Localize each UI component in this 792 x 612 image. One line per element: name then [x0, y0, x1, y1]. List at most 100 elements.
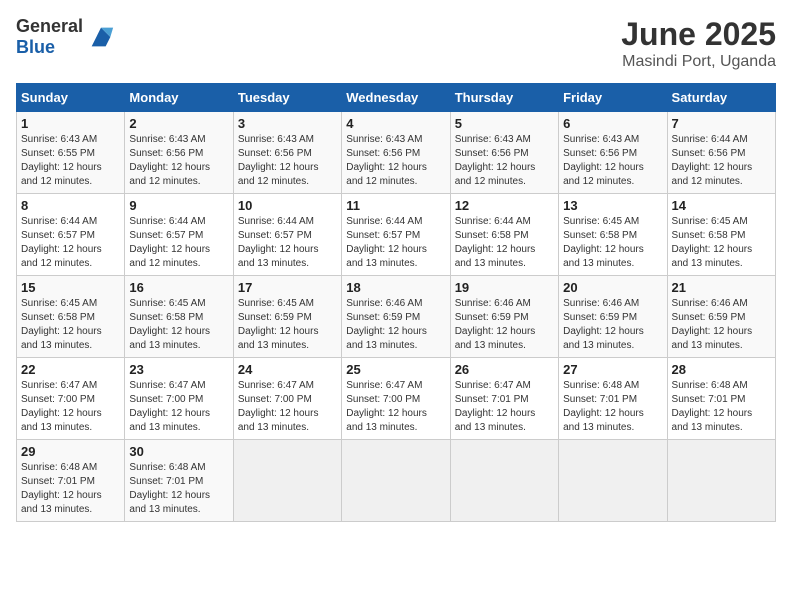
calendar-week-row: 29 Sunrise: 6:48 AM Sunset: 7:01 PM Dayl… [17, 440, 776, 522]
weekday-header-row: SundayMondayTuesdayWednesdayThursdayFrid… [17, 84, 776, 112]
day-info: Sunrise: 6:43 AM Sunset: 6:56 PM Dayligh… [563, 133, 662, 189]
day-info: Sunrise: 6:44 AM Sunset: 6:57 PM Dayligh… [346, 215, 445, 271]
day-number: 29 [21, 444, 120, 459]
calendar-cell-empty [667, 440, 775, 522]
logo: General Blue [16, 16, 115, 58]
calendar-cell: 26 Sunrise: 6:47 AM Sunset: 7:01 PM Dayl… [450, 358, 558, 440]
day-info: Sunrise: 6:45 AM Sunset: 6:58 PM Dayligh… [563, 215, 662, 271]
calendar-cell: 20 Sunrise: 6:46 AM Sunset: 6:59 PM Dayl… [559, 276, 667, 358]
calendar-week-row: 15 Sunrise: 6:45 AM Sunset: 6:58 PM Dayl… [17, 276, 776, 358]
calendar-week-row: 22 Sunrise: 6:47 AM Sunset: 7:00 PM Dayl… [17, 358, 776, 440]
calendar-week-row: 8 Sunrise: 6:44 AM Sunset: 6:57 PM Dayli… [17, 194, 776, 276]
calendar-cell: 27 Sunrise: 6:48 AM Sunset: 7:01 PM Dayl… [559, 358, 667, 440]
day-number: 8 [21, 198, 120, 213]
calendar-cell: 18 Sunrise: 6:46 AM Sunset: 6:59 PM Dayl… [342, 276, 450, 358]
day-info: Sunrise: 6:44 AM Sunset: 6:57 PM Dayligh… [21, 215, 120, 271]
weekday-header: Saturday [667, 84, 775, 112]
calendar-cell: 8 Sunrise: 6:44 AM Sunset: 6:57 PM Dayli… [17, 194, 125, 276]
day-info: Sunrise: 6:46 AM Sunset: 6:59 PM Dayligh… [672, 297, 771, 353]
day-number: 3 [238, 116, 337, 131]
day-info: Sunrise: 6:48 AM Sunset: 7:01 PM Dayligh… [563, 379, 662, 435]
calendar-cell: 21 Sunrise: 6:46 AM Sunset: 6:59 PM Dayl… [667, 276, 775, 358]
day-number: 2 [129, 116, 228, 131]
calendar-cell: 11 Sunrise: 6:44 AM Sunset: 6:57 PM Dayl… [342, 194, 450, 276]
calendar-cell: 3 Sunrise: 6:43 AM Sunset: 6:56 PM Dayli… [233, 112, 341, 194]
day-number: 19 [455, 280, 554, 295]
day-number: 17 [238, 280, 337, 295]
day-info: Sunrise: 6:43 AM Sunset: 6:56 PM Dayligh… [346, 133, 445, 189]
day-info: Sunrise: 6:48 AM Sunset: 7:01 PM Dayligh… [129, 461, 228, 517]
day-number: 26 [455, 362, 554, 377]
day-info: Sunrise: 6:43 AM Sunset: 6:56 PM Dayligh… [129, 133, 228, 189]
calendar-table: SundayMondayTuesdayWednesdayThursdayFrid… [16, 83, 776, 522]
day-info: Sunrise: 6:45 AM Sunset: 6:58 PM Dayligh… [672, 215, 771, 271]
calendar-cell-empty [450, 440, 558, 522]
calendar-cell: 22 Sunrise: 6:47 AM Sunset: 7:00 PM Dayl… [17, 358, 125, 440]
logo-blue: Blue [16, 37, 55, 57]
day-info: Sunrise: 6:44 AM Sunset: 6:57 PM Dayligh… [238, 215, 337, 271]
day-number: 12 [455, 198, 554, 213]
calendar-cell: 25 Sunrise: 6:47 AM Sunset: 7:00 PM Dayl… [342, 358, 450, 440]
day-number: 16 [129, 280, 228, 295]
calendar-cell: 17 Sunrise: 6:45 AM Sunset: 6:59 PM Dayl… [233, 276, 341, 358]
day-number: 28 [672, 362, 771, 377]
day-number: 6 [563, 116, 662, 131]
calendar-cell: 13 Sunrise: 6:45 AM Sunset: 6:58 PM Dayl… [559, 194, 667, 276]
day-info: Sunrise: 6:43 AM Sunset: 6:55 PM Dayligh… [21, 133, 120, 189]
calendar-cell: 24 Sunrise: 6:47 AM Sunset: 7:00 PM Dayl… [233, 358, 341, 440]
day-number: 24 [238, 362, 337, 377]
day-info: Sunrise: 6:45 AM Sunset: 6:58 PM Dayligh… [21, 297, 120, 353]
day-number: 7 [672, 116, 771, 131]
day-number: 25 [346, 362, 445, 377]
calendar-cell: 7 Sunrise: 6:44 AM Sunset: 6:56 PM Dayli… [667, 112, 775, 194]
calendar-cell: 14 Sunrise: 6:45 AM Sunset: 6:58 PM Dayl… [667, 194, 775, 276]
weekday-header: Sunday [17, 84, 125, 112]
day-info: Sunrise: 6:46 AM Sunset: 6:59 PM Dayligh… [455, 297, 554, 353]
day-number: 15 [21, 280, 120, 295]
calendar-cell: 4 Sunrise: 6:43 AM Sunset: 6:56 PM Dayli… [342, 112, 450, 194]
calendar-cell: 10 Sunrise: 6:44 AM Sunset: 6:57 PM Dayl… [233, 194, 341, 276]
weekday-header: Wednesday [342, 84, 450, 112]
day-number: 30 [129, 444, 228, 459]
calendar-cell-empty [233, 440, 341, 522]
title-area: June 2025 Masindi Port, Uganda [621, 16, 776, 71]
day-info: Sunrise: 6:46 AM Sunset: 6:59 PM Dayligh… [346, 297, 445, 353]
logo-icon [87, 23, 115, 51]
day-number: 13 [563, 198, 662, 213]
day-info: Sunrise: 6:43 AM Sunset: 6:56 PM Dayligh… [455, 133, 554, 189]
calendar-cell: 9 Sunrise: 6:44 AM Sunset: 6:57 PM Dayli… [125, 194, 233, 276]
day-number: 18 [346, 280, 445, 295]
calendar-cell: 30 Sunrise: 6:48 AM Sunset: 7:01 PM Dayl… [125, 440, 233, 522]
day-number: 21 [672, 280, 771, 295]
day-number: 5 [455, 116, 554, 131]
day-number: 20 [563, 280, 662, 295]
calendar-cell-empty [559, 440, 667, 522]
day-info: Sunrise: 6:48 AM Sunset: 7:01 PM Dayligh… [21, 461, 120, 517]
location-title: Masindi Port, Uganda [621, 53, 776, 71]
day-info: Sunrise: 6:43 AM Sunset: 6:56 PM Dayligh… [238, 133, 337, 189]
calendar-cell: 28 Sunrise: 6:48 AM Sunset: 7:01 PM Dayl… [667, 358, 775, 440]
day-info: Sunrise: 6:45 AM Sunset: 6:58 PM Dayligh… [129, 297, 228, 353]
day-info: Sunrise: 6:44 AM Sunset: 6:58 PM Dayligh… [455, 215, 554, 271]
logo-general: General [16, 16, 83, 36]
day-info: Sunrise: 6:44 AM Sunset: 6:56 PM Dayligh… [672, 133, 771, 189]
calendar-cell: 23 Sunrise: 6:47 AM Sunset: 7:00 PM Dayl… [125, 358, 233, 440]
day-info: Sunrise: 6:47 AM Sunset: 7:00 PM Dayligh… [238, 379, 337, 435]
calendar-week-row: 1 Sunrise: 6:43 AM Sunset: 6:55 PM Dayli… [17, 112, 776, 194]
weekday-header: Monday [125, 84, 233, 112]
calendar-cell: 2 Sunrise: 6:43 AM Sunset: 6:56 PM Dayli… [125, 112, 233, 194]
calendar-cell: 1 Sunrise: 6:43 AM Sunset: 6:55 PM Dayli… [17, 112, 125, 194]
day-info: Sunrise: 6:47 AM Sunset: 7:00 PM Dayligh… [346, 379, 445, 435]
calendar-cell: 16 Sunrise: 6:45 AM Sunset: 6:58 PM Dayl… [125, 276, 233, 358]
day-number: 27 [563, 362, 662, 377]
weekday-header: Friday [559, 84, 667, 112]
weekday-header: Tuesday [233, 84, 341, 112]
day-number: 9 [129, 198, 228, 213]
day-number: 10 [238, 198, 337, 213]
page-header: General Blue June 2025 Masindi Port, Uga… [16, 16, 776, 71]
day-number: 1 [21, 116, 120, 131]
day-info: Sunrise: 6:47 AM Sunset: 7:00 PM Dayligh… [21, 379, 120, 435]
day-info: Sunrise: 6:47 AM Sunset: 7:01 PM Dayligh… [455, 379, 554, 435]
day-number: 23 [129, 362, 228, 377]
calendar-cell: 15 Sunrise: 6:45 AM Sunset: 6:58 PM Dayl… [17, 276, 125, 358]
